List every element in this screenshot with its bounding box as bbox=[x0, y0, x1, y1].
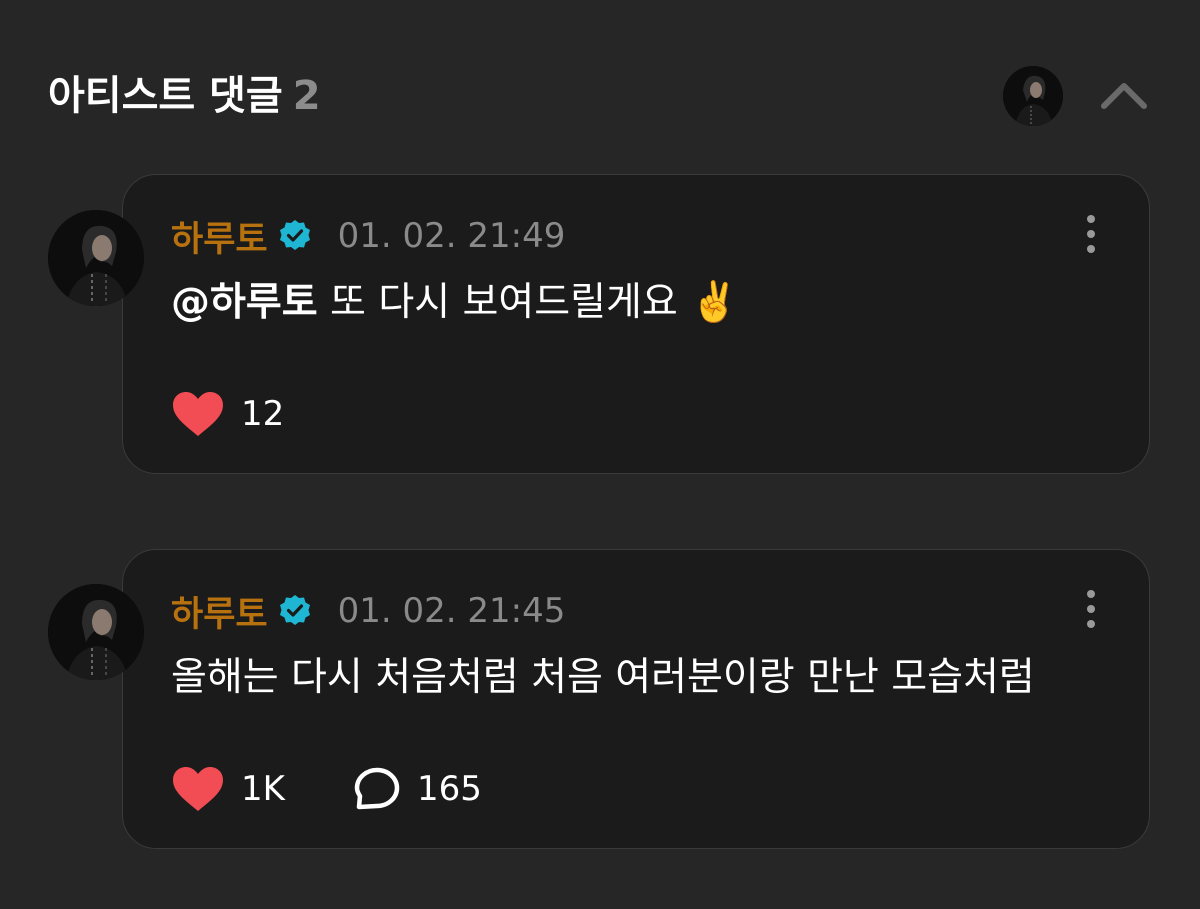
like-count: 12 bbox=[241, 394, 285, 434]
author-name[interactable]: 하루토 bbox=[171, 211, 268, 262]
artist-photo-icon bbox=[48, 210, 144, 306]
heart-icon[interactable] bbox=[171, 765, 225, 813]
comment-body: 또 다시 보여드릴게요 bbox=[330, 280, 678, 325]
victory-hand-emoji: ✌️ bbox=[690, 280, 739, 325]
reply-button[interactable]: 165 bbox=[353, 766, 482, 812]
comment-actions: 12 bbox=[171, 387, 284, 441]
reply-count: 165 bbox=[416, 769, 482, 809]
more-options-icon[interactable] bbox=[1083, 588, 1099, 630]
speech-bubble-icon bbox=[354, 767, 400, 810]
author-avatar[interactable] bbox=[48, 584, 144, 680]
mention-link[interactable]: @하루토 bbox=[171, 280, 318, 325]
author-avatar[interactable] bbox=[48, 210, 144, 306]
verified-badge-icon bbox=[279, 220, 310, 250]
comment-meta: 하루토 01. 02. 21:45 bbox=[171, 586, 565, 636]
heart-icon[interactable] bbox=[171, 390, 225, 438]
collapse-button[interactable] bbox=[1098, 72, 1150, 118]
comment-timestamp: 01. 02. 21:49 bbox=[337, 216, 566, 256]
comment-body: 올해는 다시 처음처럼 처음 여러분이랑 만난 모습처럼 bbox=[171, 655, 1035, 700]
verified-badge-icon bbox=[279, 595, 310, 625]
comment-text: @하루토 또 다시 보여드릴게요 ✌️ bbox=[171, 275, 739, 331]
artist-photo-icon bbox=[48, 584, 144, 680]
comment-card: 하루토 01. 02. 21:49 @하루토 또 다시 보여드릴게요 ✌️ 12 bbox=[122, 174, 1150, 474]
chevron-up-icon bbox=[1101, 83, 1147, 109]
comment-card: 하루토 01. 02. 21:45 올해는 다시 처음처럼 처음 여러분이랑 만… bbox=[122, 549, 1150, 849]
artist-photo-icon bbox=[1003, 66, 1063, 126]
comment-meta: 하루토 01. 02. 21:49 bbox=[171, 211, 565, 261]
comment-count: 2 bbox=[292, 73, 321, 119]
comment-actions: 1K 165 bbox=[171, 762, 482, 816]
section-title-label: 아티스트 댓글 bbox=[48, 73, 283, 119]
section-title: 아티스트 댓글 2 bbox=[48, 66, 321, 126]
artist-comments-panel: 아티스트 댓글 2 하루토 01. 02. 21:49 @하루토 또 다시 보여… bbox=[0, 0, 1200, 909]
more-options-icon[interactable] bbox=[1083, 213, 1099, 255]
comment-text: 올해는 다시 처음처럼 처음 여러분이랑 만난 모습처럼 bbox=[171, 650, 1035, 706]
author-name[interactable]: 하루토 bbox=[171, 586, 268, 637]
like-count: 1K bbox=[241, 769, 285, 809]
artist-avatar[interactable] bbox=[1003, 66, 1063, 126]
comment-timestamp: 01. 02. 21:45 bbox=[337, 591, 566, 631]
